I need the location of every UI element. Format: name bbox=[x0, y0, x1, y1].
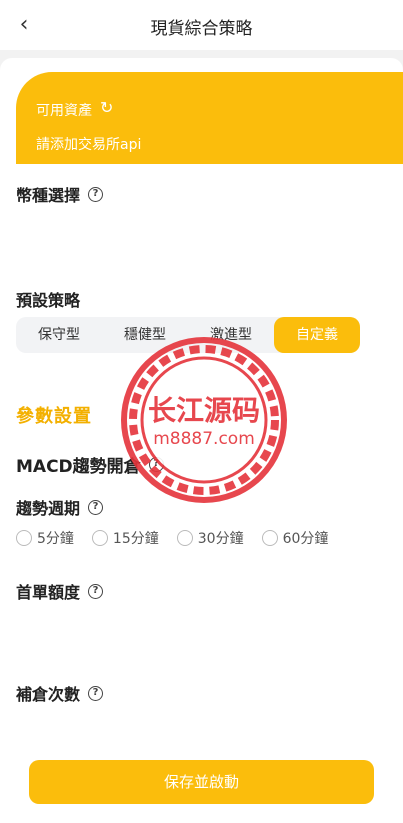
available-assets-label: 可用資產 bbox=[36, 103, 92, 119]
first-order-label: 首單額度 bbox=[16, 583, 81, 602]
add-exchange-api-link[interactable]: 請添加交易所api bbox=[36, 134, 141, 154]
coin-selection-label: 幣種選擇 bbox=[16, 186, 81, 205]
save-and-start-button[interactable]: 保存並啟動 bbox=[29, 760, 374, 804]
help-icon[interactable]: ? bbox=[88, 685, 104, 701]
first-order-heading: 首單額度 ? bbox=[16, 579, 104, 603]
seal-line1: 长江源码 bbox=[148, 394, 260, 427]
radio-60min[interactable]: 60分鐘 bbox=[261, 528, 329, 548]
help-icon[interactable]: ? bbox=[88, 583, 104, 599]
page-title: 現貨綜合策略 bbox=[150, 19, 253, 39]
radio-circle-icon[interactable] bbox=[176, 530, 193, 546]
param-settings-title: 參數設置 bbox=[16, 406, 92, 427]
help-icon[interactable]: ? bbox=[88, 186, 104, 202]
radio-label: 15分鐘 bbox=[112, 531, 159, 547]
radio-label: 60分鐘 bbox=[282, 531, 329, 547]
radio-label: 30分鐘 bbox=[197, 531, 244, 547]
seal-line2: m8887.com bbox=[153, 429, 255, 449]
watermark-seal: 长江源码 m8887.com bbox=[121, 337, 287, 503]
radio-circle-icon[interactable] bbox=[16, 530, 32, 546]
radio-5min[interactable]: 5分鐘 bbox=[16, 528, 74, 548]
trend-period-heading: 趨勢週期 ? bbox=[16, 495, 104, 519]
refresh-icon[interactable]: ↻ bbox=[100, 98, 113, 117]
tab-conservative[interactable]: 保守型 bbox=[16, 317, 102, 353]
radio-15min[interactable]: 15分鐘 bbox=[91, 528, 159, 548]
radio-30min[interactable]: 30分鐘 bbox=[176, 528, 244, 548]
period-radio-group: 5分鐘 15分鐘 30分鐘 60分鐘 bbox=[16, 528, 346, 548]
preset-strategy-label: 預設策略 bbox=[16, 291, 81, 310]
radio-label: 5分鐘 bbox=[37, 531, 74, 547]
trend-period-label: 趨勢週期 bbox=[16, 499, 81, 518]
radio-circle-icon[interactable] bbox=[91, 530, 108, 546]
top-bar: ‹ 現貨綜合策略 bbox=[0, 0, 403, 50]
asset-card: 可用資產 ↻ 請添加交易所api bbox=[16, 72, 403, 164]
coin-selection-heading: 幣種選擇 ? bbox=[16, 182, 104, 206]
preset-strategy-heading: 預設策略 bbox=[16, 287, 80, 311]
help-icon[interactable]: ? bbox=[88, 499, 104, 515]
add-count-label: 補倉次數 bbox=[16, 685, 81, 704]
radio-circle-icon[interactable] bbox=[261, 530, 278, 546]
add-count-heading: 補倉次數 ? bbox=[16, 681, 104, 705]
